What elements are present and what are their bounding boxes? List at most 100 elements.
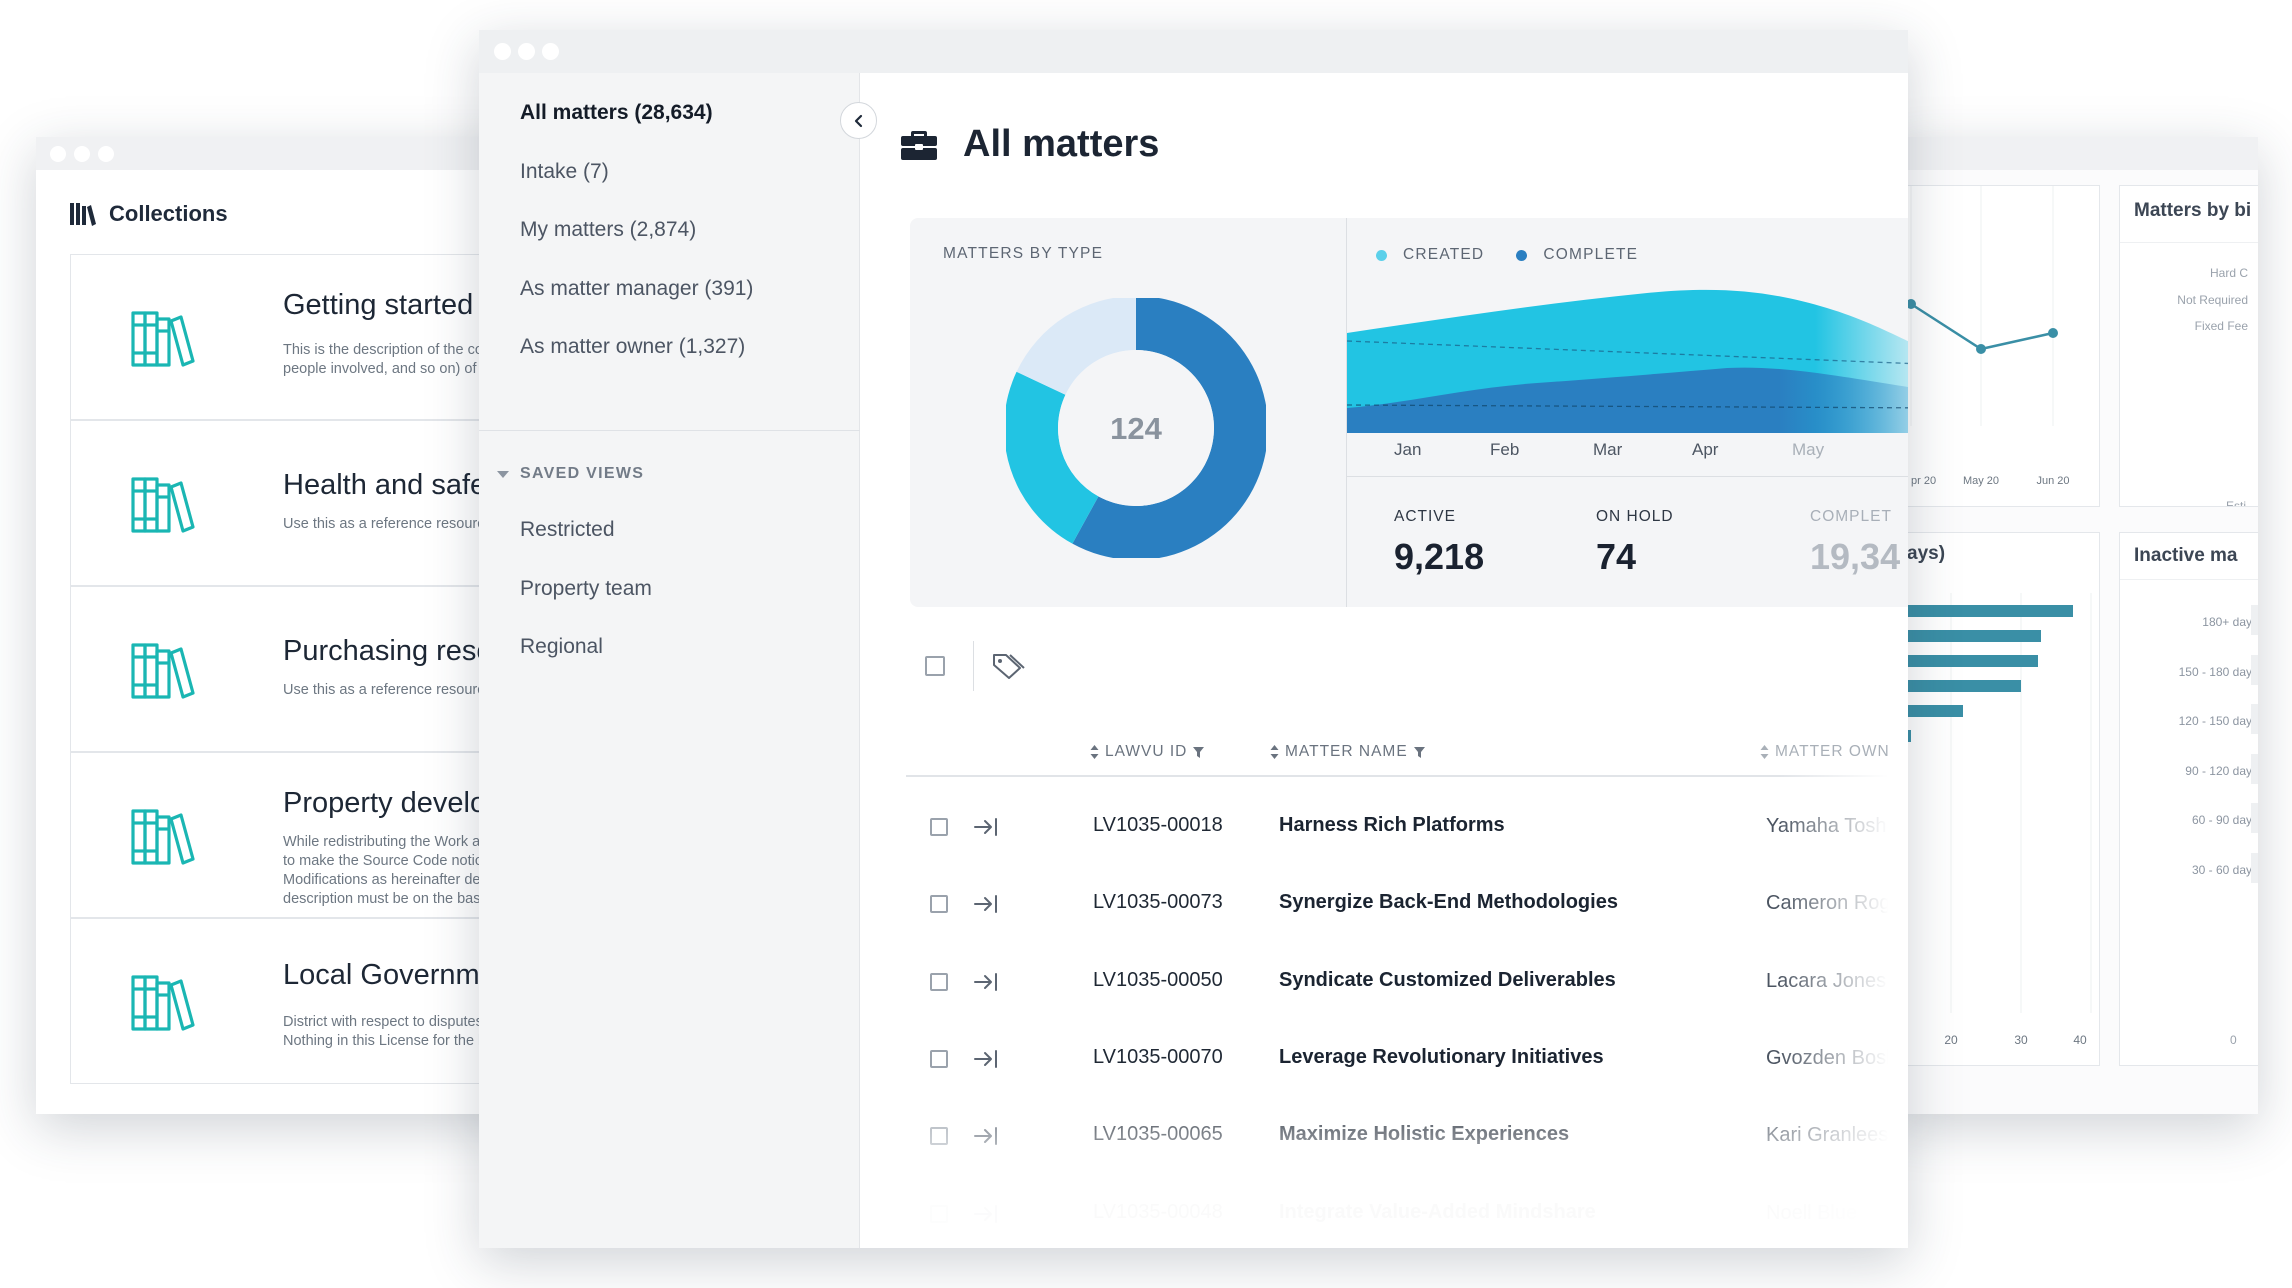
table-header-divider: [906, 775, 1908, 777]
table-row[interactable]: LV1035-00073 Synergize Back-End Methodolo…: [860, 865, 1908, 942]
collections-header: Collections: [69, 194, 228, 234]
complete-label: COMPLET: [1810, 508, 1892, 525]
collection-title: Property developr: [283, 787, 512, 819]
column-label: LAWVU ID: [1105, 743, 1188, 760]
bar[interactable]: [1891, 680, 2021, 692]
sidebar: All matters (28,634) Intake (7) My matters…: [479, 73, 860, 1248]
collections-titlebar: [36, 137, 556, 170]
matter-id: LV1035-00073: [1093, 891, 1223, 914]
table-row[interactable]: LV1035-00018Harness Rich PlatformsYamaha…: [860, 788, 1908, 865]
collections-title: Collections: [109, 201, 228, 226]
row-checkbox[interactable]: [930, 972, 948, 991]
matters-by-billing-card: Matters by bi Hard C Not Required Fixed …: [2119, 185, 2258, 507]
collection-icon: [131, 311, 195, 367]
open-matter-icon[interactable]: [973, 894, 999, 914]
open-matter-icon[interactable]: [973, 972, 999, 992]
open-matter-icon[interactable]: [973, 817, 999, 837]
fade-overlay: [860, 1083, 1908, 1248]
month-label: May: [1792, 440, 1825, 459]
column-matter-name[interactable]: MATTER NAME: [1270, 743, 1425, 761]
sidebar-nav-item[interactable]: As matter owner (1,327): [520, 335, 745, 359]
caret-down-icon: [497, 470, 509, 478]
legend-dot-created: [1376, 249, 1387, 261]
collection-title: Getting started: [283, 289, 474, 321]
analytics-window: pr 20 May 20 Jun 20 Matters by bi Hard C…: [1890, 137, 2258, 1114]
matter-id: LV1035-00018: [1093, 814, 1223, 836]
table-row[interactable]: LV1035-00050 Syndicate Customized Deliver…: [860, 943, 1908, 1020]
sidebar-nav-item[interactable]: My matters (2,874): [520, 218, 696, 242]
matter-id: LV1035-00050: [1093, 968, 1223, 991]
matter-name-link[interactable]: Syndicate Customized Deliverables: [1279, 969, 1616, 992]
inactive-matters-title: Inactive ma: [2134, 545, 2238, 566]
inactive-row-bar[interactable]: [2251, 654, 2258, 685]
legend-label: CREATED: [1403, 246, 1485, 263]
matter-name-link[interactable]: Leverage Revolutionary Initiatives: [1279, 1046, 1604, 1069]
open-matter-icon[interactable]: [973, 1049, 999, 1069]
column-label: MATTER NAME: [1285, 743, 1408, 760]
inactive-row-bar[interactable]: [2251, 605, 2258, 635]
matter-name-link[interactable]: Synergize Back-End Methodologies: [1279, 891, 1618, 914]
legend-created[interactable]: CREATED: [1376, 246, 1484, 264]
matters-by-type-label: MATTERS BY TYPE: [943, 245, 1104, 262]
inactive-row-bar[interactable]: [2251, 753, 2258, 784]
column-lawvu-id[interactable]: LAWVU ID: [1090, 743, 1205, 761]
tag-button[interactable]: [991, 651, 1025, 681]
select-all-checkbox[interactable]: [925, 656, 945, 676]
row-checkbox[interactable]: [930, 818, 948, 836]
month-label: Jan: [1394, 440, 1422, 459]
bar[interactable]: [1891, 630, 2041, 642]
matter-id: LV1035-00070: [1093, 1045, 1223, 1068]
briefcase-icon: [901, 131, 937, 160]
bar[interactable]: [1891, 605, 2073, 617]
month-label: Feb: [1490, 440, 1520, 459]
inactive-row-bar[interactable]: [2251, 704, 2258, 734]
line-x-label: pr 20: [1911, 475, 1936, 487]
column-matter-owner[interactable]: MATTER OWN: [1760, 743, 1890, 761]
saved-views-toggle[interactable]: SAVED VIEWS: [497, 465, 644, 483]
collection-icon: [131, 477, 195, 533]
bar-chart-card: ays) 20 30 40: [1890, 532, 2100, 1066]
inactive-row-label: 90 - 120 days: [2185, 763, 2258, 778]
bar-x-label: 20: [1944, 1033, 1958, 1047]
column-label: MATTER OWN: [1775, 743, 1890, 760]
window-dot: [50, 146, 66, 162]
legend-dot-complete: [1516, 249, 1528, 261]
saved-view-item[interactable]: Restricted: [520, 518, 615, 542]
inactive-row-label: 60 - 90 days: [2191, 813, 2258, 827]
on-hold-label: ON HOLD: [1596, 508, 1674, 525]
sidebar-nav-item[interactable]: As matter manager (391): [520, 277, 753, 301]
sort-icon: [1760, 745, 1769, 759]
inactive-row-label: 30 - 60 days: [2191, 862, 2258, 877]
page-title-text: All matters: [963, 123, 1160, 165]
matter-name-link[interactable]: Harness Rich Platforms: [1279, 814, 1505, 837]
sidebar-nav-item[interactable]: All matters (28,634): [520, 101, 713, 125]
matters-titlebar: [479, 30, 1908, 73]
window-dot: [542, 43, 559, 60]
bar[interactable]: [1891, 655, 2038, 667]
line-point[interactable]: [2048, 328, 2058, 338]
row-checkbox[interactable]: [930, 895, 948, 914]
tag-icon: [993, 654, 1021, 679]
active-label: ACTIVE: [1394, 508, 1456, 525]
inactive-row-bar[interactable]: [2251, 852, 2258, 883]
bar-x-label: 30: [2014, 1033, 2028, 1047]
inactive-zero-label: 0: [2230, 1033, 2237, 1047]
line-point[interactable]: [1976, 344, 1986, 354]
saved-view-item[interactable]: Regional: [520, 635, 603, 659]
bar-chart: 20 30 40: [1891, 593, 2092, 1047]
saved-view-item[interactable]: Property team: [520, 577, 652, 601]
saved-views-heading: SAVED VIEWS: [520, 465, 645, 482]
stats-panel: MATTERS BY TYPE 124 CREATED COMPLETE Jan…: [910, 218, 1908, 607]
row-checkbox[interactable]: [930, 1049, 948, 1068]
legend-complete[interactable]: COMPLETE: [1516, 246, 1638, 264]
sidebar-nav-item[interactable]: Intake (7): [520, 160, 609, 184]
matters-by-type-donut: 124: [1006, 298, 1266, 558]
main-content: All matters MATTERS BY TYPE 124 CREATED …: [860, 73, 1908, 1248]
legend-label: COMPLETE: [1543, 246, 1639, 263]
inactive-row-bar[interactable]: [2251, 803, 2258, 833]
line-chart: pr 20 May 20 Jun 20: [1906, 186, 2070, 487]
inactive-row-label: 150 - 180 days: [2178, 664, 2258, 679]
inactive-row-label: 120 - 150 days: [2178, 714, 2258, 728]
collection-icon: [131, 975, 195, 1031]
inactive-row-label: 180+ days: [2202, 615, 2258, 629]
